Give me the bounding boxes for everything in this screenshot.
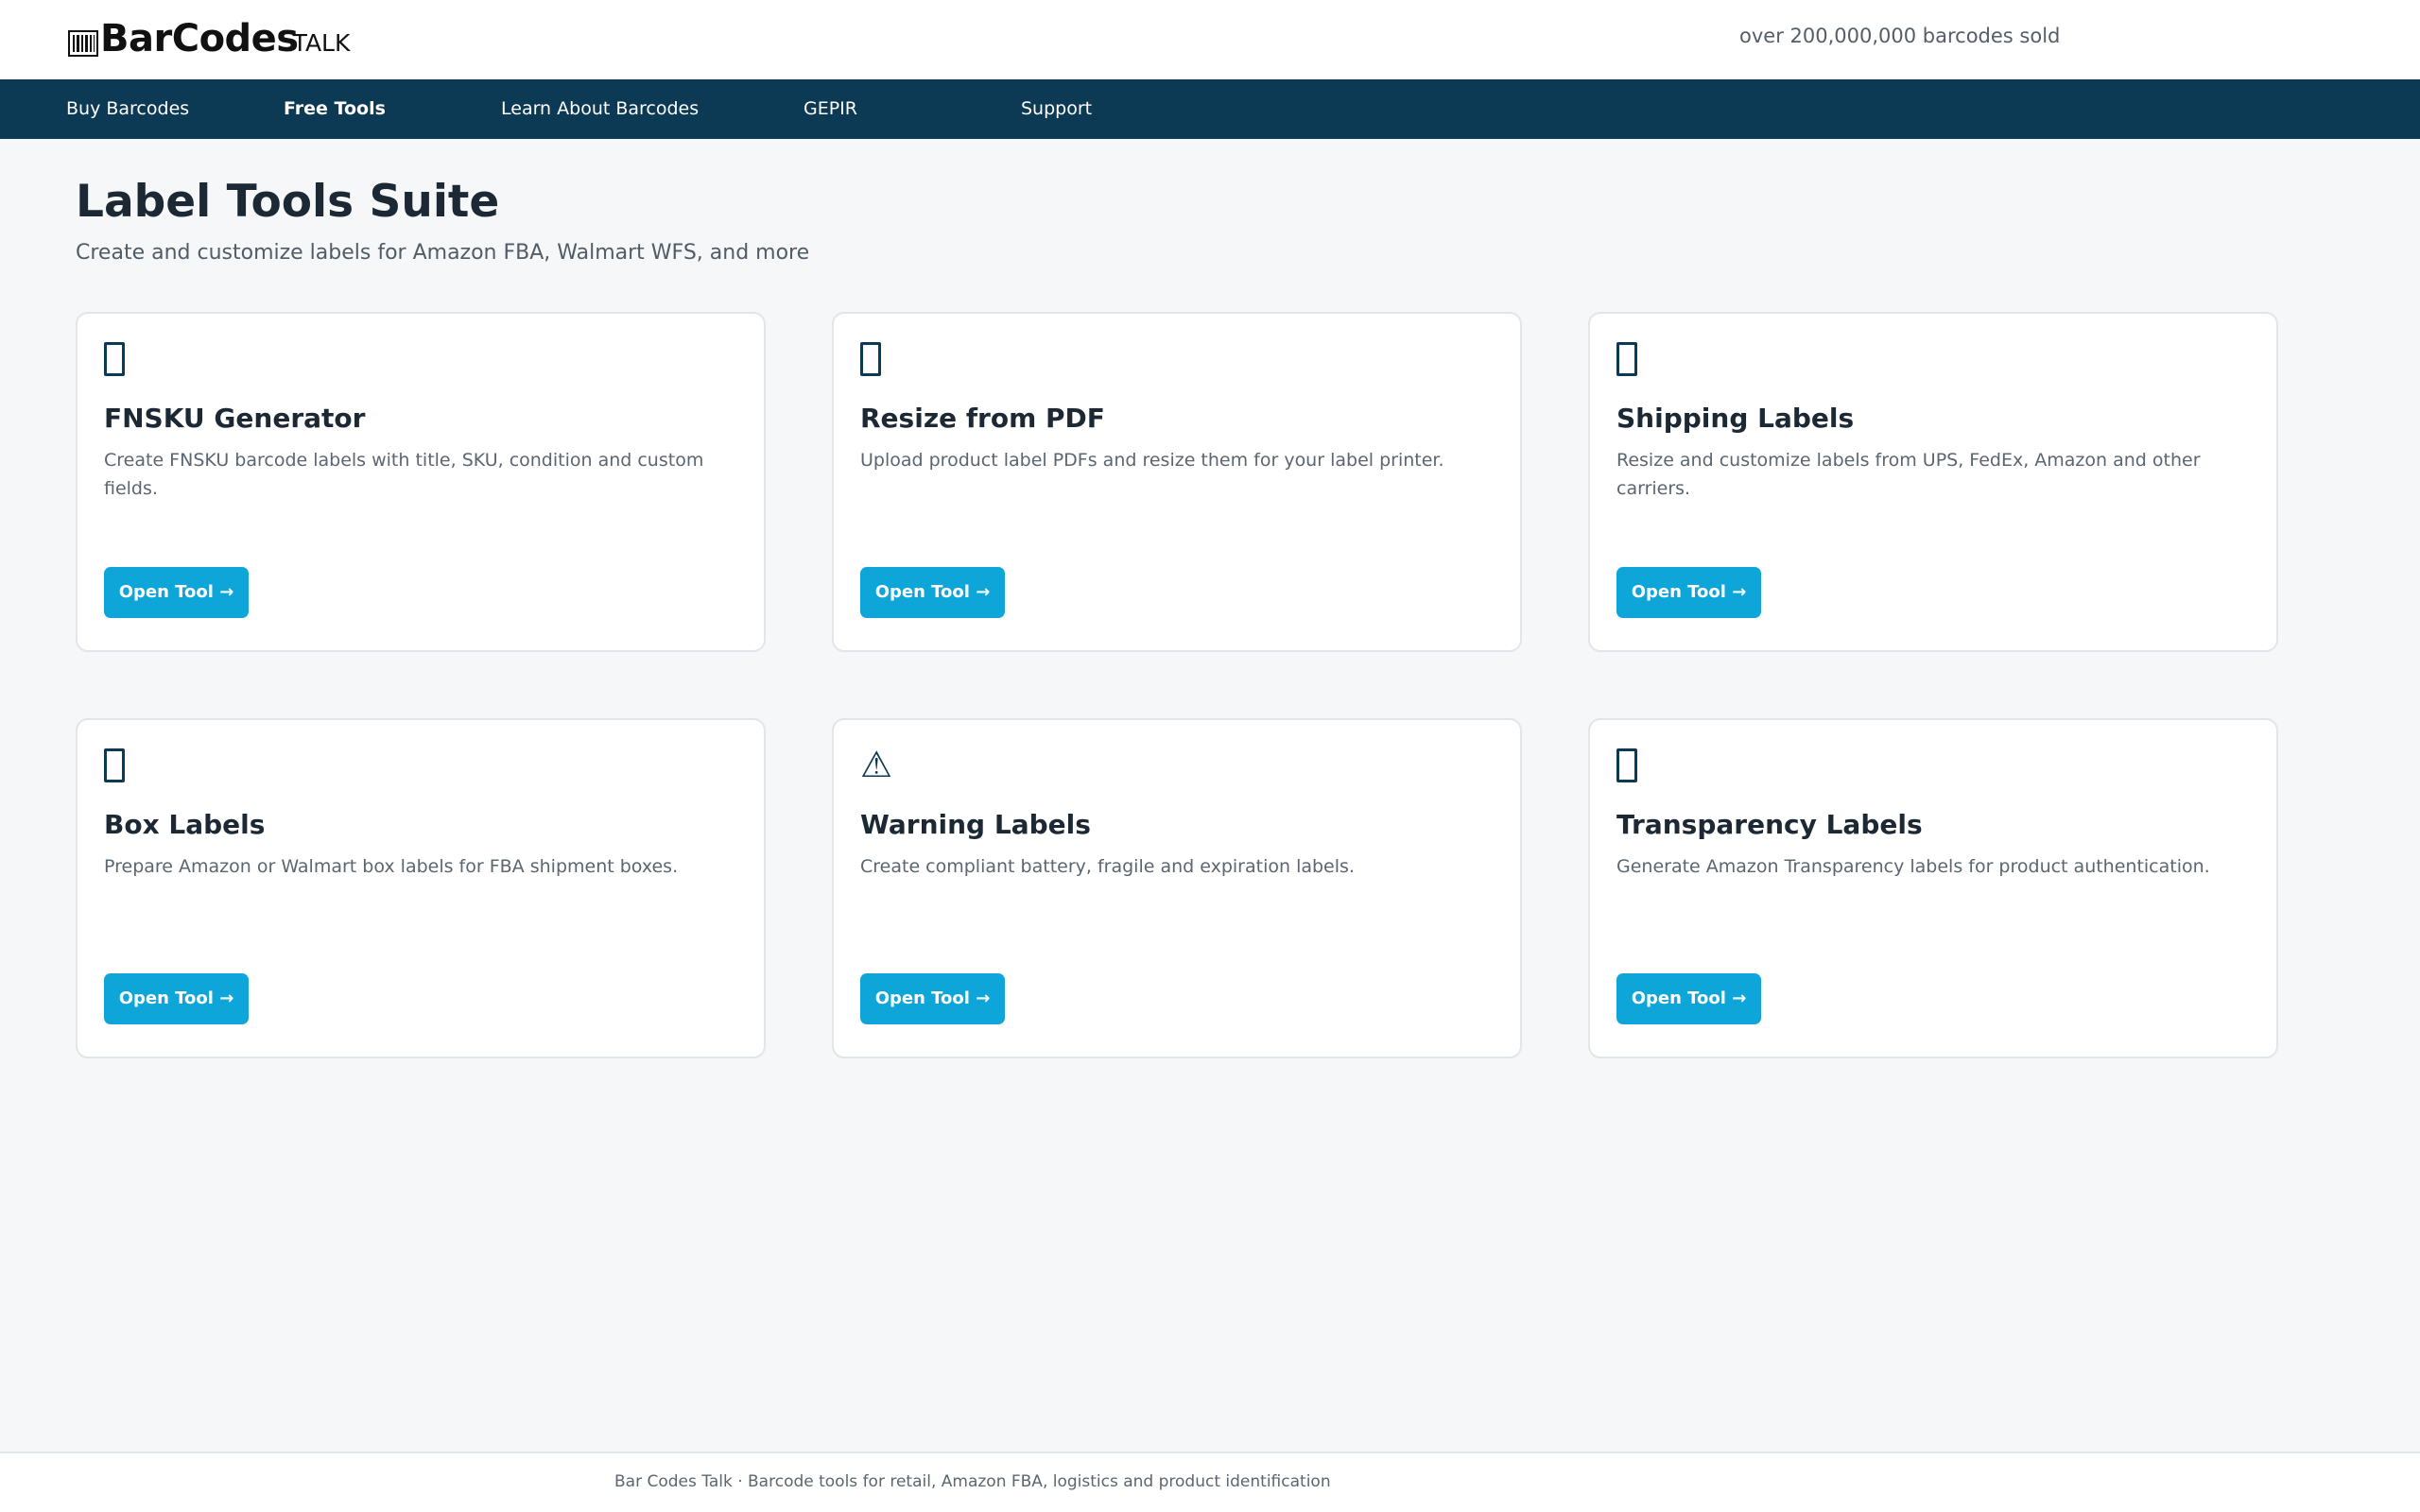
sold-count-text: over 200,000,000 barcodes sold [1739, 25, 2061, 47]
barcode-icon [68, 30, 98, 57]
page-title: Label Tools Suite [76, 176, 500, 228]
warning-icon: ⚠ [860, 744, 893, 785]
nav-item-support[interactable]: Support [1021, 98, 1092, 119]
open-tool-button[interactable]: Open Tool → [860, 973, 1005, 1024]
card-title: Resize from PDF [860, 403, 1105, 434]
card-description: Prepare Amazon or Walmart box labels for… [104, 856, 679, 877]
label-icon [104, 338, 132, 378]
box-icon [104, 745, 132, 784]
document-icon [860, 338, 889, 378]
open-tool-button[interactable]: Open Tool → [104, 567, 249, 618]
card-title: Box Labels [104, 809, 266, 840]
card-title: Shipping Labels [1616, 403, 1855, 434]
card-description: Resize and customize labels from UPS, Fe… [1616, 450, 2201, 499]
card-description: Generate Amazon Transparency labels for … [1616, 856, 2210, 877]
nav-item-learn-about-barcodes[interactable]: Learn About Barcodes [501, 98, 699, 119]
open-tool-button[interactable]: Open Tool → [1616, 567, 1761, 618]
site-footer: Bar Codes Talk · Barcode tools for retai… [0, 1452, 2420, 1512]
open-tool-button[interactable]: Open Tool → [1616, 973, 1761, 1024]
tool-card-box-labels: Box Labels Prepare Amazon or Walmart box… [76, 718, 766, 1058]
card-description: Upload product label PDFs and resize the… [860, 450, 1444, 471]
nav-item-gepir[interactable]: GEPIR [804, 98, 857, 119]
main-nav: Buy Barcodes Free Tools Learn About Barc… [0, 79, 2420, 139]
shield-icon [1616, 745, 1645, 784]
site-logo[interactable]: BarCodes TALK [68, 17, 350, 64]
page-subtitle: Create and customize labels for Amazon F… [76, 241, 810, 265]
tool-card-resize-from-pdf: Resize from PDF Upload product label PDF… [832, 312, 1522, 652]
site-header: BarCodes TALK over 200,000,000 barcodes … [0, 0, 2420, 79]
card-description: Create compliant battery, fragile and ex… [860, 856, 1355, 877]
card-title: Warning Labels [860, 809, 1091, 840]
nav-item-free-tools[interactable]: Free Tools [284, 98, 386, 119]
package-icon [1616, 338, 1645, 378]
tool-card-fnsku-generator: FNSKU Generator Create FNSKU barcode lab… [76, 312, 766, 652]
tool-card-shipping-labels: Shipping Labels Resize and customize lab… [1588, 312, 2278, 652]
tool-card-transparency-labels: Transparency Labels Generate Amazon Tran… [1588, 718, 2278, 1058]
logo-sub-text: TALK [292, 29, 351, 57]
card-description: Create FNSKU barcode labels with title, … [104, 450, 704, 499]
open-tool-button[interactable]: Open Tool → [104, 973, 249, 1024]
footer-text: Bar Codes Talk · Barcode tools for retai… [614, 1472, 1331, 1491]
tool-card-warning-labels: ⚠ Warning Labels Create compliant batter… [832, 718, 1522, 1058]
logo-main-text: BarCodes [100, 17, 299, 60]
card-title: FNSKU Generator [104, 403, 366, 434]
open-tool-button[interactable]: Open Tool → [860, 567, 1005, 618]
nav-item-buy-barcodes[interactable]: Buy Barcodes [66, 98, 189, 119]
card-title: Transparency Labels [1616, 809, 1923, 840]
